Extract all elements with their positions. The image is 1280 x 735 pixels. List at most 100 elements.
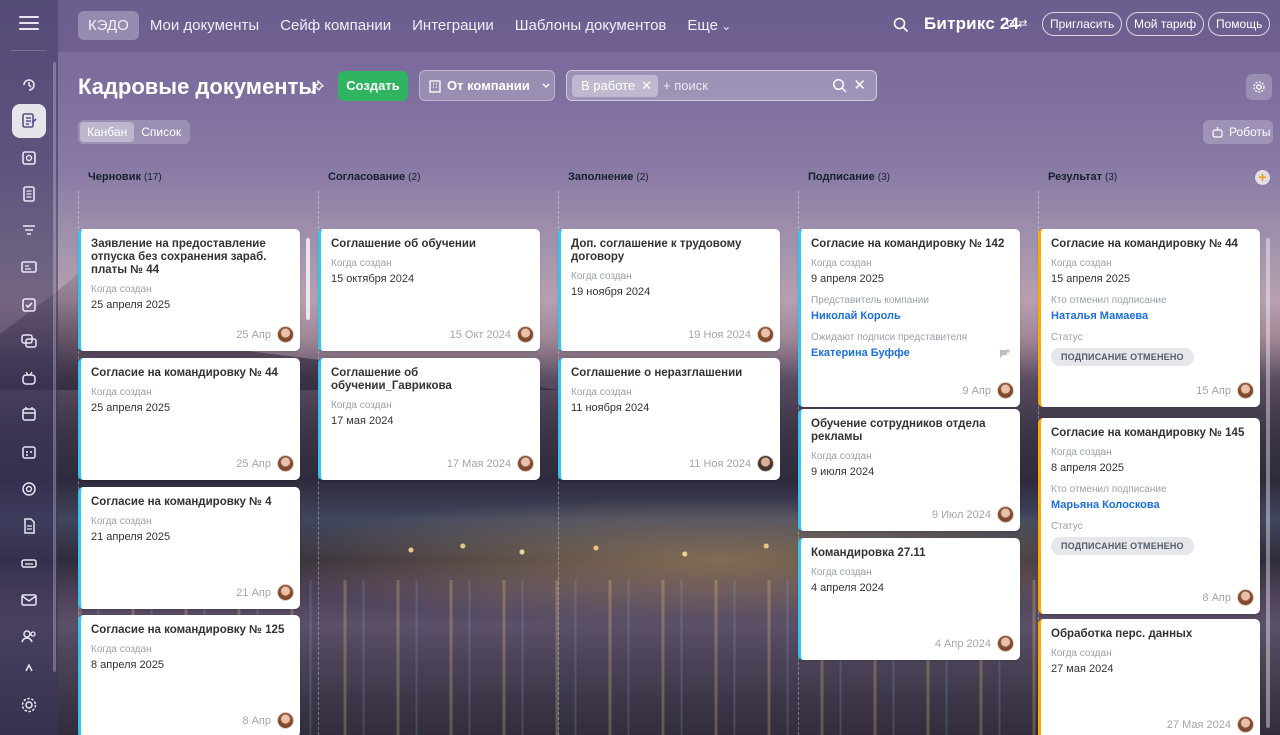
menu-burger-icon[interactable]	[19, 16, 39, 32]
add-column-icon[interactable]: +	[1255, 170, 1270, 185]
employees-icon[interactable]	[12, 619, 46, 653]
card-title[interactable]: Согласие на командировку № 44	[91, 367, 290, 380]
card-title[interactable]: Согласие на командировку № 125	[91, 624, 290, 637]
search-icon[interactable]	[892, 16, 910, 34]
nav-item-more[interactable]: Еще	[677, 11, 741, 40]
card-title[interactable]: Заявление на предоставление отпуска без …	[91, 238, 290, 277]
invite-button[interactable]: Пригласить	[1042, 12, 1123, 36]
avatar[interactable]	[997, 382, 1014, 399]
nav-item-integrations[interactable]: Интеграции	[402, 11, 504, 40]
card-user-link[interactable]: Екатерина Буффе	[811, 346, 1010, 361]
kanban-card[interactable]: Согласие на командировку № 125 Когда созд…	[78, 615, 300, 735]
avatar[interactable]	[1237, 716, 1254, 733]
avatar[interactable]	[277, 712, 294, 729]
search-icon[interactable]	[832, 78, 848, 94]
card-user-link[interactable]: Марьяна Колоскова	[1051, 498, 1250, 513]
board-settings-button[interactable]	[1246, 74, 1272, 100]
column-header-filling[interactable]: Заполнение (2)	[558, 164, 794, 191]
storage-icon[interactable]	[12, 546, 46, 580]
feed-icon[interactable]	[12, 68, 46, 102]
sidebar-scrollbar[interactable]	[53, 62, 56, 672]
kanban-card[interactable]: Командировка 27.11 Когда создан 4 апреля 2…	[798, 538, 1020, 660]
card-title[interactable]: Соглашение о неразглашении	[571, 367, 770, 380]
avatar[interactable]	[1237, 382, 1254, 399]
card-title[interactable]: Согласие на командировку № 142	[811, 238, 1010, 251]
avatar[interactable]	[277, 584, 294, 601]
more-icon[interactable]	[12, 660, 46, 676]
help-button[interactable]: Помощь	[1208, 12, 1271, 36]
nav-item-templates[interactable]: Шаблоны документов	[505, 11, 677, 40]
brand-mark[interactable]: ⊙ ⇄	[1006, 17, 1028, 30]
create-button[interactable]: Создать	[338, 71, 408, 101]
mail-icon[interactable]	[12, 583, 46, 617]
nav-item-my-documents[interactable]: Мои документы	[140, 11, 269, 40]
robots-button[interactable]: Роботы	[1203, 120, 1273, 144]
filter-icon[interactable]	[12, 214, 46, 248]
kanban-card[interactable]: Доп. соглашение к трудовому договору Когд…	[558, 229, 780, 351]
clear-search-icon[interactable]: ✕	[853, 76, 866, 94]
column-header-approval[interactable]: Согласование (2)	[318, 164, 554, 191]
column-scrollbar[interactable]	[306, 238, 310, 320]
column-header-result[interactable]: Результат (3) +	[1038, 164, 1272, 191]
filter-chip-in-work[interactable]: В работе ✕	[572, 75, 658, 97]
pin-icon[interactable]	[310, 80, 324, 94]
avatar[interactable]	[517, 455, 534, 472]
nav-item-kedo[interactable]: КЭДО	[78, 11, 139, 40]
kanban-card[interactable]: Соглашение о неразглашении Когда создан 11…	[558, 358, 780, 480]
search-input[interactable]	[663, 78, 823, 93]
card-title[interactable]: Согласие на командировку № 44	[1051, 238, 1250, 251]
kanban-card[interactable]: Заявление на предоставление отпуска без …	[78, 229, 300, 351]
avatar[interactable]	[517, 326, 534, 343]
card-title[interactable]: Командировка 27.11	[811, 547, 1010, 560]
card-user-link[interactable]: Наталья Мамаева	[1051, 309, 1250, 324]
schedule-icon[interactable]	[12, 435, 46, 469]
tasks-icon[interactable]	[12, 177, 46, 211]
card-title[interactable]: Согласие на командировку № 145	[1051, 427, 1250, 440]
avatar[interactable]	[277, 455, 294, 472]
card-title[interactable]: Доп. соглашение к трудовому договору	[571, 238, 770, 264]
kanban-card[interactable]: Соглашение об обучении Когда создан 15 окт…	[318, 229, 540, 351]
file-icon[interactable]	[12, 509, 46, 543]
card-title[interactable]: Обучение сотрудников отдела рекламы	[811, 418, 1010, 444]
documents-icon[interactable]	[12, 104, 46, 138]
calendar-icon[interactable]	[12, 397, 46, 431]
avatar[interactable]	[997, 506, 1014, 523]
settings-gear-icon[interactable]	[12, 688, 46, 722]
kanban-card[interactable]: Согласие на командировку № 142 Когда созд…	[798, 229, 1020, 407]
chat-icon[interactable]	[12, 324, 46, 358]
view-list-tab[interactable]: Список	[134, 122, 188, 142]
column-header-draft[interactable]: Черновик (17)	[78, 164, 316, 191]
card-title[interactable]: Соглашение об обучении	[331, 238, 530, 251]
avatar[interactable]	[277, 326, 294, 343]
view-kanban-tab[interactable]: Канбан	[80, 122, 135, 142]
my-tariff-button[interactable]: Мой тариф	[1126, 12, 1205, 36]
card-title[interactable]: Соглашение об обучении_Гаврикова	[331, 367, 530, 393]
column-header-signing[interactable]: Подписание (3)	[798, 164, 1034, 191]
kanban-card[interactable]: Согласие на командировку № 44 Когда созда…	[1038, 229, 1260, 407]
column-scrollbar[interactable]	[1266, 238, 1270, 728]
avatar[interactable]	[757, 455, 774, 472]
kanban-card[interactable]: Согласие на командировку № 4 Когда создан…	[78, 487, 300, 609]
kanban-card[interactable]: Согласие на командировку № 145 Когда созд…	[1038, 418, 1260, 614]
kanban-card[interactable]: Обучение сотрудников отдела рекламы Когда…	[798, 409, 1020, 531]
avatar[interactable]	[997, 635, 1014, 652]
card-user-link[interactable]: Николай Король	[811, 309, 1010, 324]
nav-item-company-safe[interactable]: Сейф компании	[270, 11, 401, 40]
signature-request-icon[interactable]	[998, 347, 1012, 361]
kanban-card[interactable]: Обработка перс. данных Когда создан 27 мая…	[1038, 619, 1260, 735]
contacts-card-icon[interactable]	[12, 250, 46, 284]
kanban-card[interactable]: Соглашение об обучении_Гаврикова Когда со…	[318, 358, 540, 480]
safe-icon[interactable]	[12, 141, 46, 175]
remove-filter-icon[interactable]: ✕	[641, 75, 652, 97]
bitrix24-logo[interactable]: Битрикс 24	[924, 14, 1019, 34]
card-title[interactable]: Обработка перс. данных	[1051, 628, 1250, 641]
card-title[interactable]: Согласие на командировку № 4	[91, 496, 290, 509]
checkbox-task-icon[interactable]	[12, 288, 46, 322]
kanban-card[interactable]: Согласие на командировку № 44 Когда созда…	[78, 358, 300, 480]
from-company-dropdown[interactable]: От компании	[419, 70, 555, 101]
avatar[interactable]	[757, 326, 774, 343]
target-icon[interactable]	[12, 472, 46, 506]
filter-search-box[interactable]: В работе ✕ ✕	[566, 70, 877, 101]
bot-icon[interactable]	[12, 361, 46, 395]
avatar[interactable]	[1237, 589, 1254, 606]
